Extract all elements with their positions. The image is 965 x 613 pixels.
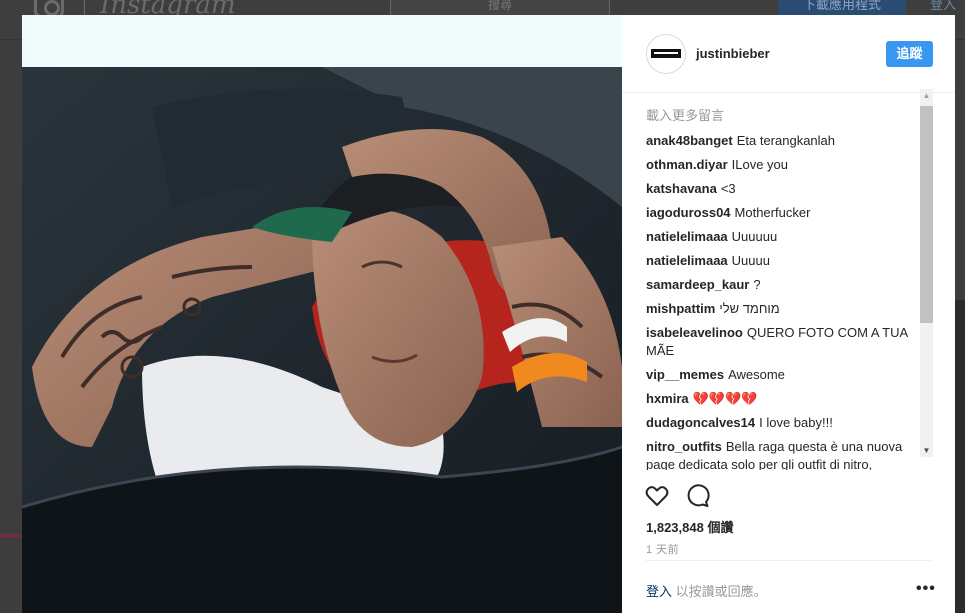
- avatar[interactable]: [646, 34, 686, 74]
- comment-item: iagoduross04 Motherfucker: [646, 204, 930, 228]
- post-header: justinbieber 追蹤: [622, 15, 955, 93]
- comment-text: מוחמד שלי: [719, 301, 780, 316]
- comment-item: katshavana <3: [646, 180, 930, 204]
- comment-username-link[interactable]: nitro_outfits: [646, 439, 722, 454]
- comment-text: Motherfucker: [734, 205, 811, 220]
- comment-text: ?: [753, 277, 761, 292]
- search-input[interactable]: 搜尋: [390, 0, 610, 16]
- comment-item: dudagoncalves14 I love baby!!!: [646, 414, 930, 438]
- post-timestamp[interactable]: 1 天前: [646, 541, 679, 557]
- like-count[interactable]: 1,823,848 個讚: [646, 517, 733, 536]
- comment-item: isabeleavelinoo QUERO FOTO COM A TUA MÃE: [646, 324, 930, 366]
- comment-item: anak48banget Eta terangkanlah: [646, 132, 930, 156]
- comments-list: 載入更多留言 anak48banget Eta terangkanlah othma…: [646, 108, 930, 470]
- post-modal: justinbieber 追蹤 載入更多留言 anak48banget Eta t…: [22, 15, 955, 613]
- download-app-button[interactable]: 下載應用程式: [778, 0, 906, 16]
- comment-text: <3: [720, 181, 736, 196]
- comment-item: natielelimaaa Uuuuu: [646, 252, 930, 276]
- scroll-up-arrow-icon[interactable]: ▲: [920, 89, 933, 102]
- comment-text: Eta terangkanlah: [736, 133, 835, 148]
- comment-username-link[interactable]: isabeleavelinoo: [646, 325, 743, 340]
- comment-item: othman.diyar ILove you: [646, 156, 930, 180]
- comment-username-link[interactable]: natielelimaaa: [646, 253, 728, 268]
- background-strip: [0, 534, 22, 537]
- divider: [646, 560, 931, 561]
- post-photo-area: [22, 15, 622, 613]
- comment-icon[interactable]: [685, 483, 711, 509]
- login-prompt-text: 以按讚或回應。: [675, 584, 767, 599]
- post-photo: [22, 67, 622, 613]
- comment-username-link[interactable]: vip__memes: [646, 367, 724, 382]
- comment-username-link[interactable]: mishpattim: [646, 301, 715, 316]
- comment-username-link[interactable]: natielelimaaa: [646, 229, 728, 244]
- comment-text: Awesome: [728, 367, 785, 382]
- load-more-comments-link[interactable]: 載入更多留言: [646, 108, 930, 132]
- comment-item: natielelimaaa Uuuuuu: [646, 228, 930, 252]
- scrollbar-thumb[interactable]: [920, 106, 933, 323]
- heart-icon[interactable]: [644, 483, 670, 509]
- comment-text: Uuuuuu: [731, 229, 778, 244]
- username-link[interactable]: justinbieber: [696, 46, 770, 61]
- login-link[interactable]: 登入: [646, 584, 672, 599]
- comment-username-link[interactable]: katshavana: [646, 181, 717, 196]
- comments-panel: justinbieber 追蹤 載入更多留言 anak48banget Eta t…: [622, 15, 955, 613]
- comment-text: I love baby!!!: [759, 415, 833, 430]
- header-login-link[interactable]: 登入: [930, 0, 956, 13]
- more-options-button[interactable]: •••: [916, 580, 936, 598]
- comment-username-link[interactable]: samardeep_kaur: [646, 277, 749, 292]
- login-prompt: 登入 以按讚或回應。: [646, 581, 767, 600]
- comment-username-link[interactable]: hxmira: [646, 391, 689, 406]
- follow-button[interactable]: 追蹤: [886, 41, 933, 67]
- comment-item: vip__memes Awesome: [646, 366, 930, 390]
- comment-item: samardeep_kaur?: [646, 276, 930, 300]
- comment-text: 💔💔💔💔: [692, 391, 758, 406]
- comment-username-link[interactable]: othman.diyar: [646, 157, 728, 172]
- comment-text: Uuuuu: [731, 253, 770, 268]
- comment-text: ILove you: [731, 157, 788, 172]
- comment-username-link[interactable]: iagoduross04: [646, 205, 731, 220]
- background-right-edge: [955, 300, 965, 613]
- comment-item: hxmira 💔💔💔💔: [646, 390, 930, 414]
- avatar-logo-icon: [651, 49, 681, 58]
- comment-username-link[interactable]: dudagoncalves14: [646, 415, 755, 430]
- comment-item: mishpattim מוחמד שלי: [646, 300, 930, 324]
- scroll-down-arrow-icon[interactable]: ▼: [920, 444, 933, 457]
- comment-item: nitro_outfits Bella raga questa è una nuo…: [646, 438, 930, 470]
- post-photo-illustration: [22, 67, 622, 613]
- comment-username-link[interactable]: anak48banget: [646, 133, 733, 148]
